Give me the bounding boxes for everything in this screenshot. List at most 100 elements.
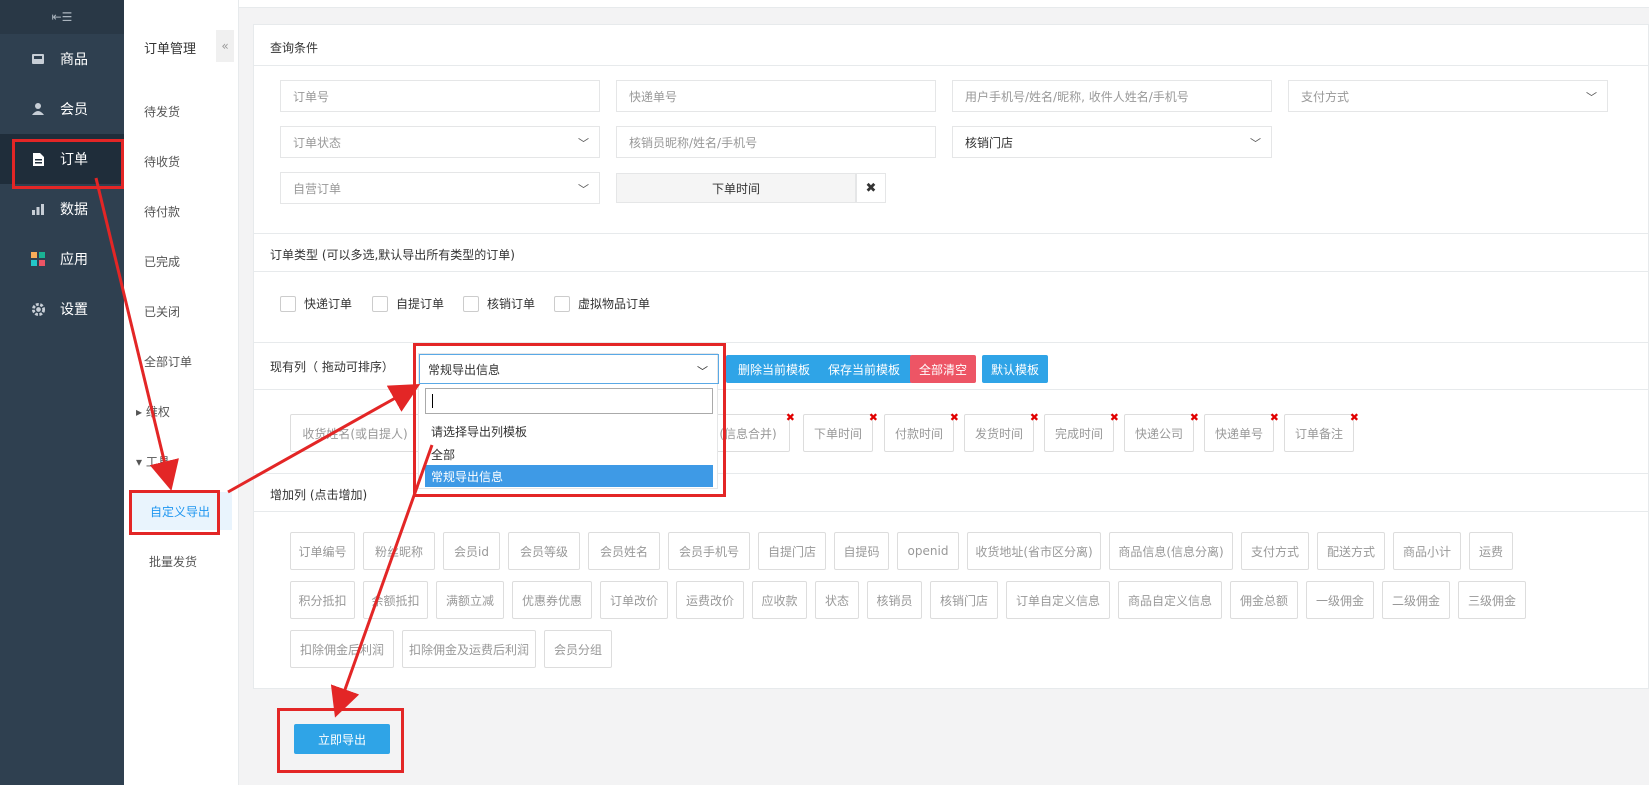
remove-icon[interactable]: ✖ [1110,411,1119,424]
verify-store-select[interactable]: 核销门店 ﹀ [952,126,1272,158]
checkbox-express[interactable]: 快递订单 [280,295,352,312]
tag-label: 二级佣金 [1391,593,1440,608]
checkbox-box[interactable] [463,295,479,312]
add-column-tag[interactable]: 扣除佣金后利润 [290,630,394,668]
add-column-tag[interactable]: 商品信息(信息分离) [1109,532,1233,570]
subnav-collapse-button[interactable]: « [216,30,234,62]
sidebar-item-apps[interactable]: 应用 [0,234,124,284]
checkbox-box[interactable] [554,295,570,312]
add-column-tag[interactable]: 状态 [815,581,859,619]
order-time-button[interactable]: 下单时间 [616,173,856,203]
subnav-group-rights[interactable]: ▸ 维权 [136,403,170,420]
add-column-tag[interactable]: 自提码 [834,532,889,570]
add-column-tag[interactable]: 三级佣金 [1458,581,1526,619]
order-status-select[interactable]: 订单状态 ﹀ [280,126,600,158]
sidebar-item-data[interactable]: 数据 [0,184,124,234]
add-column-tag[interactable]: 商品自定义信息 [1118,581,1222,619]
remove-icon[interactable]: ✖ [1190,411,1199,424]
add-column-tag[interactable]: 核销员 [867,581,922,619]
add-column-tag[interactable]: 余额抵扣 [363,581,428,619]
current-columns-title: 现有列（ 拖动可排序） [270,360,394,374]
sidebar-item-label: 设置 [60,302,88,318]
self-order-select[interactable]: 自营订单 ﹀ [280,172,600,204]
add-column-tag[interactable]: 会员姓名 [588,532,660,570]
current-column-tag[interactable]: 下单时间 ✖ [803,411,878,452]
sidebar-toggle[interactable]: ⇤☰ [0,0,124,34]
add-column-tag[interactable]: 满额立减 [436,581,504,619]
add-column-tag[interactable]: 运费改价 [676,581,744,619]
subnav-item-pending-pay[interactable]: 待付款 [144,203,180,220]
remove-icon[interactable]: ✖ [786,411,795,424]
clear-time-button[interactable]: ✖ [856,173,886,203]
clear-all-button[interactable]: 全部清空 [910,355,976,383]
remove-icon[interactable]: ✖ [1270,411,1279,424]
order-no-input[interactable]: 订单号 [280,80,600,112]
sidebar-item-members[interactable]: 会员 [0,84,124,134]
current-column-tag[interactable]: 发货时间 ✖ [964,411,1039,452]
add-column-tag[interactable]: 应收款 [752,581,807,619]
double-chevron-left-icon: « [221,39,229,53]
subnav-item-closed[interactable]: 已关闭 [144,303,180,320]
tag-label: 快递单号 [1214,426,1263,441]
add-column-tag[interactable]: 佣金总额 [1230,581,1298,619]
sidebar-item-goods[interactable]: 商品 [0,34,124,84]
checkbox-box[interactable] [372,295,388,312]
add-column-tag[interactable]: 商品小计 [1393,532,1461,570]
add-column-tag[interactable]: 收货地址(省市区分离) [967,532,1101,570]
add-column-tag[interactable]: 运费 [1469,532,1513,570]
sidebar-item-settings[interactable]: 设置 [0,284,124,334]
remove-icon[interactable]: ✖ [869,411,878,424]
checkbox-box[interactable] [280,295,296,312]
subnav-item-pending-ship[interactable]: 待发货 [144,103,180,120]
add-column-tag[interactable]: 二级佣金 [1382,581,1450,619]
express-no-input[interactable]: 快递单号 [616,80,936,112]
tag-label: 会员id [454,544,489,559]
verifier-input[interactable]: 核销员昵称/姓名/手机号 [616,126,936,158]
add-column-tag[interactable]: 会员分组 [544,630,612,668]
add-column-tag[interactable]: 订单改价 [600,581,668,619]
user-search-input[interactable]: 用户手机号/姓名/昵称, 收件人姓名/手机号 [952,80,1272,112]
add-column-tag[interactable]: openid [897,532,959,570]
add-column-tag[interactable]: 支付方式 [1241,532,1309,570]
add-column-tag[interactable]: 扣除佣金及运费后利润 [402,630,536,668]
save-template-button[interactable]: 保存当前模板 [816,355,912,383]
add-column-tag[interactable]: 订单自定义信息 [1006,581,1110,619]
add-column-tag[interactable]: 积分抵扣 [290,581,355,619]
chevron-down-icon: ﹀ [1250,137,1261,150]
add-column-tag[interactable]: 会员id [443,532,500,570]
checkbox-virtual[interactable]: 虚拟物品订单 [554,295,650,312]
add-column-tag[interactable]: 会员手机号 [668,532,750,570]
current-column-tag[interactable]: 快递公司 ✖ [1124,411,1199,452]
add-column-tag[interactable]: 自提门店 [758,532,826,570]
add-column-tag[interactable]: 订单编号 [290,532,355,570]
subnav-item-all-orders[interactable]: 全部订单 [144,353,192,370]
add-column-tag[interactable]: 一级佣金 [1306,581,1374,619]
current-column-tag[interactable]: 快递单号 ✖ [1204,411,1279,452]
select-value: 自营订单 [293,181,342,196]
add-column-tag[interactable]: 会员等级 [508,532,580,570]
checkbox-pickup[interactable]: 自提订单 [372,295,444,312]
current-column-tag[interactable]: 付款时间 ✖ [884,411,959,452]
add-column-tag[interactable]: 粉丝昵称 [363,532,435,570]
add-column-tag[interactable]: 优惠券优惠 [512,581,592,619]
delete-template-button[interactable]: 删除当前模板 [726,355,822,383]
default-template-button[interactable]: 默认模板 [982,355,1048,383]
subnav-group-tools[interactable]: ▾ 工具 [136,453,170,470]
add-column-tag[interactable]: 核销门店 [930,581,998,619]
tag-label: 自提门店 [767,544,816,559]
subnav-item-completed[interactable]: 已完成 [144,253,180,270]
remove-icon[interactable]: ✖ [1350,411,1359,424]
subnav-item-pending-receive[interactable]: 待收货 [144,153,180,170]
current-column-tag[interactable]: 完成时间 ✖ [1044,411,1119,452]
current-column-tag[interactable]: 订单备注 ✖ [1284,411,1359,452]
chevron-down-icon: ﹀ [578,183,589,196]
remove-icon[interactable]: ✖ [950,411,959,424]
add-column-tag[interactable]: 配送方式 [1317,532,1385,570]
remove-icon[interactable]: ✖ [1030,411,1039,424]
tag-label: 余额抵扣 [371,593,420,608]
subnav-item-batch-ship[interactable]: 批量发货 [149,553,197,570]
checkbox-verify[interactable]: 核销订单 [463,295,535,312]
tag-label: 粉丝昵称 [374,544,423,559]
pay-method-select[interactable]: 支付方式 ﹀ [1288,80,1608,112]
current-column-tag[interactable]: 收货姓名(或自提人) [290,414,420,452]
